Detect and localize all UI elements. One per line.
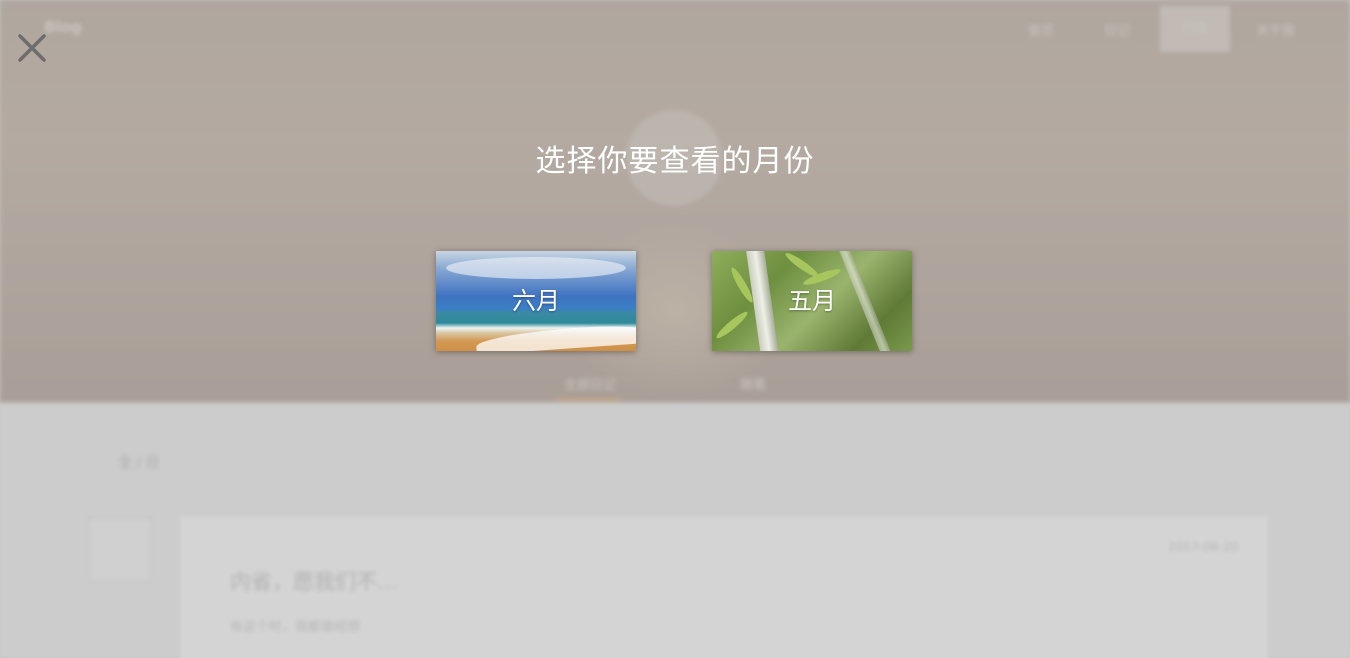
modal-title: 选择你要查看的月份 (535, 144, 815, 179)
close-icon (18, 34, 46, 62)
month-card-june[interactable]: 六月 (436, 251, 636, 351)
month-label-june: 六月 (512, 287, 560, 315)
month-card-may[interactable]: 五月 (712, 251, 912, 351)
month-label-may: 五月 (788, 287, 836, 315)
overlay-hero-tint (0, 0, 1350, 402)
month-picker-page: Blog 首页 日记 归档 关于我 全部日记 随笔 全 / 日 2017-06-… (0, 0, 1350, 658)
modal-overlay: 选择你要查看的月份 六月 五月 (0, 0, 1350, 658)
close-button[interactable] (14, 30, 50, 66)
